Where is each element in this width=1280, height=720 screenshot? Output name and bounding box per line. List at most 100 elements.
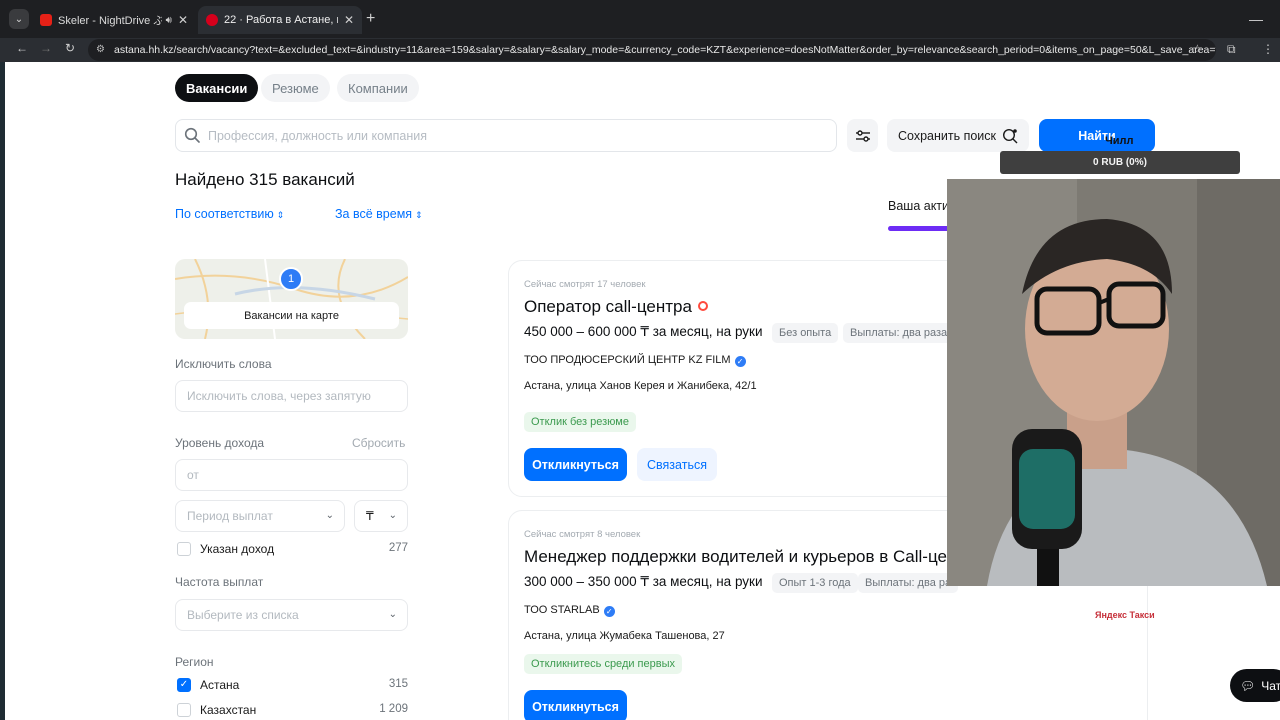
exclude-words-label: Исключить слова	[175, 357, 272, 371]
pay-frequency-placeholder: Выберите из списка	[187, 608, 299, 622]
experience-tag: Опыт 1-3 года	[772, 573, 858, 593]
tab-companies[interactable]: Компании	[337, 74, 419, 102]
hh-favicon-icon	[206, 14, 218, 26]
chevron-down-icon: ⌄	[388, 609, 397, 620]
checkbox-label: Указан доход	[200, 542, 275, 556]
pay-period-placeholder: Период выплат	[187, 509, 273, 523]
verified-check-icon: ✓	[603, 606, 615, 617]
find-button[interactable]: Найти	[1039, 119, 1155, 152]
chat-bubble-icon: 💬︎	[1240, 678, 1256, 693]
watching-count: Сейчас смотрят 8 человек	[524, 529, 641, 540]
save-search-button[interactable]: Сохранить поиск	[887, 119, 1029, 152]
income-from-input[interactable]: от	[175, 459, 408, 491]
browser-tab-youtube[interactable]: Skeler - NightDrive ぶ 🔊︎ ✕	[32, 6, 196, 34]
url-field[interactable]: ⚙ astana.hh.kz/search/vacancy?text=&excl…	[88, 39, 1216, 61]
pay-frequency-label: Частота выплат	[175, 575, 264, 589]
pay-period-select[interactable]: Период выплат ⌄	[175, 500, 345, 532]
bookmark-star-icon[interactable]: ☆	[1192, 42, 1203, 56]
payout-tag: Выплаты: два ра	[858, 573, 959, 593]
vacancy-title-link[interactable]: Оператор call-центра	[524, 297, 708, 317]
back-icon[interactable]: ←	[16, 41, 28, 55]
experience-tag: Без опыта	[772, 323, 839, 343]
site-settings-icon[interactable]: ⚙	[96, 39, 105, 61]
donation-goal-bar: 0 RUB (0%)	[1000, 151, 1240, 174]
income-level-label: Уровень дохода	[175, 436, 265, 450]
save-search-icon	[1003, 128, 1018, 143]
company-link[interactable]: ТОО ПРОДЮСЕРСКИЙ ЦЕНТР KZ FILM ✓	[524, 354, 746, 367]
vacancy-salary: 300 000 – 350 000 ₸ за месяц, на руки	[524, 574, 763, 589]
vacancy-title-link[interactable]: Менеджер поддержки водителей и курьеров …	[524, 547, 947, 567]
company-name: ТОО ПРОДЮСЕРСКИЙ ЦЕНТР KZ FILM	[524, 354, 731, 366]
region-label: Регион	[175, 655, 214, 669]
payout-tag: Выплаты: два раза	[843, 323, 955, 343]
vacancy-address: Астана, улица Жумабека Ташенова, 27	[524, 630, 725, 642]
close-tab-icon[interactable]: ✕	[344, 13, 354, 27]
new-tab-icon[interactable]: +	[366, 10, 375, 28]
company-link[interactable]: ТОО STARLAB ✓	[524, 604, 615, 617]
income-shown-checkbox[interactable]: Указан доход 277	[175, 541, 408, 559]
address-bar: ← → ↻ ⚙ astana.hh.kz/search/vacancy?text…	[0, 38, 1280, 62]
verified-check-icon: ✓	[734, 356, 746, 367]
checkbox-box[interactable]	[177, 703, 191, 717]
no-resume-badge: Отклик без резюме	[524, 412, 636, 432]
vacancies-map[interactable]: 1 Вакансии на карте	[175, 259, 408, 339]
apply-button[interactable]: Откликнуться	[524, 448, 627, 481]
minimize-icon[interactable]: —	[1249, 11, 1263, 27]
checkbox-count: 1 209	[379, 703, 408, 715]
vacancy-title: Оператор call-центра	[524, 297, 692, 316]
webcam-person-image	[947, 179, 1280, 586]
close-tab-icon[interactable]: ✕	[178, 13, 188, 27]
chevron-down-icon: ⌄	[388, 510, 397, 521]
company-logo: Яндекс Такси	[1095, 610, 1155, 620]
sliders-icon	[855, 129, 870, 142]
tab-resumes[interactable]: Резюме	[261, 74, 330, 102]
chat-button[interactable]: 💬︎ Чат	[1230, 669, 1280, 702]
region-checkbox-astana[interactable]: ✓ Астана 315	[175, 677, 408, 695]
url-text: astana.hh.kz/search/vacancy?text=&exclud…	[114, 44, 1216, 56]
tab-vacancies[interactable]: Вакансии	[175, 74, 259, 102]
youtube-favicon-icon	[40, 14, 52, 26]
checkbox-count: 277	[388, 542, 408, 554]
chat-label: Чат	[1261, 678, 1280, 693]
checkbox-label: Казахстан	[200, 703, 257, 717]
reload-icon[interactable]: ↻	[65, 41, 75, 55]
chevron-down-icon: ⌄	[325, 510, 334, 521]
sort-dropdown[interactable]: По соответствию ⇕	[175, 207, 284, 221]
search-box	[175, 119, 837, 152]
advanced-filters-button[interactable]	[847, 119, 878, 152]
checkbox-label: Астана	[200, 678, 240, 692]
map-button-label[interactable]: Вакансии на карте	[184, 302, 399, 329]
tab-search-icon[interactable]: ⌄	[9, 9, 29, 29]
sort-chevron-icon: ⇕	[276, 210, 285, 220]
region-checkbox-kazakhstan[interactable]: Казахстан 1 209	[175, 702, 408, 720]
period-dropdown[interactable]: За всё время ⇕	[335, 207, 423, 221]
currency-symbol: ₸	[366, 509, 374, 523]
map-pin[interactable]: 1	[279, 267, 303, 291]
menu-kebab-icon[interactable]: ⋮	[1262, 42, 1274, 56]
be-first-badge: Откликнитесь среди первых	[524, 654, 682, 674]
exclude-words-input[interactable]: Исключить слова, через запятую	[175, 380, 408, 412]
contact-button[interactable]: Связаться	[637, 448, 717, 481]
extensions-icon[interactable]: ⧉	[1227, 42, 1236, 57]
tab-title: 22 · Работа в Астане, поиск п	[224, 14, 338, 26]
search-input[interactable]	[208, 120, 828, 151]
webcam-overlay	[947, 179, 1280, 586]
sort-label: По соответствию	[175, 207, 274, 221]
vacancy-address: Астана, улица Ханов Керея и Жанибека, 42…	[524, 380, 757, 392]
search-icon	[184, 127, 200, 143]
checkbox-count: 315	[388, 678, 408, 690]
pay-frequency-select[interactable]: Выберите из списка ⌄	[175, 599, 408, 631]
income-reset-link[interactable]: Сбросить	[352, 436, 405, 450]
vacancy-salary: 450 000 – 600 000 ₸ за месяц, на руки	[524, 324, 763, 339]
browser-tab-hh[interactable]: 22 · Работа в Астане, поиск п ✕	[198, 6, 362, 34]
period-chevron-icon: ⇕	[415, 210, 423, 220]
forward-icon[interactable]: →	[40, 41, 52, 55]
checkbox-checked-icon[interactable]: ✓	[177, 678, 191, 692]
company-name: ТОО STARLAB	[524, 604, 600, 616]
checkbox-box[interactable]	[177, 542, 191, 556]
apply-button[interactable]: Откликнуться	[524, 690, 627, 720]
currency-select[interactable]: ₸ ⌄	[354, 500, 408, 532]
speaker-icon[interactable]: 🔊︎	[166, 15, 172, 26]
tab-title: Skeler - NightDrive ぶ	[58, 15, 162, 27]
overlay-mood-label: Чилл	[1105, 135, 1134, 147]
